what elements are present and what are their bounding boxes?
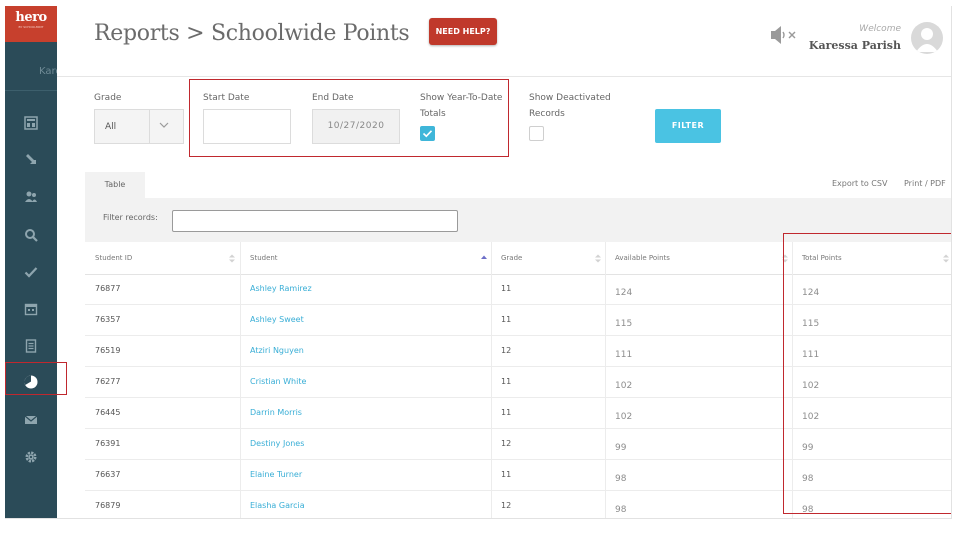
annotation-highlight-date-filters <box>189 79 509 157</box>
sidebar-item-students[interactable] <box>5 183 57 211</box>
sidebar-item-behavior[interactable] <box>5 146 57 174</box>
cell-student-link[interactable]: Ashley Sweet <box>250 305 304 335</box>
cell-student-link[interactable]: Ashley Ramirez <box>250 274 312 304</box>
cell-student-link[interactable]: Darrin Morris <box>250 398 302 428</box>
column-divider <box>240 242 241 274</box>
sidebar-item-search[interactable] <box>5 221 57 249</box>
cell-grade: 12 <box>501 346 512 355</box>
cell-grade: 12 <box>501 439 512 448</box>
app-window: hero BY SCHOOLMINT Karess Reports > Scho… <box>5 6 952 519</box>
cell-grade: 11 <box>501 315 512 324</box>
search-icon <box>25 229 38 242</box>
deactivated-records-label-line2: Records <box>529 109 565 119</box>
column-header-student-id[interactable]: Student ID <box>95 242 132 274</box>
welcome-label: Welcome <box>859 24 901 34</box>
tab-table[interactable]: Table <box>85 172 145 198</box>
sort-icon[interactable] <box>595 254 601 263</box>
filter-button[interactable]: FILTER <box>655 109 721 143</box>
grade-select-value: All <box>105 122 117 132</box>
annotation-highlight-total-points <box>783 233 951 514</box>
chevron-down-icon <box>159 122 169 128</box>
sidebar-item-settings[interactable] <box>5 443 57 471</box>
hero-logo[interactable]: hero BY SCHOOLMINT <box>5 6 57 42</box>
sidebar-divider <box>5 90 57 91</box>
cell-grade: 12 <box>501 501 512 510</box>
cell-student-id: 76519 <box>95 346 121 355</box>
sidebar-item-attendance[interactable] <box>5 258 57 286</box>
cell-grade: 11 <box>501 284 512 293</box>
logo-subtext: BY SCHOOLMINT <box>18 25 44 29</box>
sort-icon[interactable] <box>229 254 235 263</box>
cell-available-points: 102 <box>615 381 633 391</box>
sort-ascending-icon[interactable] <box>481 254 487 263</box>
cell-grade: 11 <box>501 377 512 386</box>
cell-student-link[interactable]: Cristian White <box>250 367 306 397</box>
need-help-button[interactable]: NEED HELP? <box>429 18 497 45</box>
cell-student-id: 76277 <box>95 377 121 386</box>
cell-available-points: 111 <box>615 350 633 360</box>
cell-student-id: 76637 <box>95 470 121 479</box>
dashboard-icon <box>24 116 38 130</box>
export-csv-link[interactable]: Export to CSV <box>832 179 887 188</box>
cell-available-points: 98 <box>615 505 627 515</box>
cell-student-link[interactable]: Elaine Turner <box>250 460 302 490</box>
select-divider <box>149 110 150 143</box>
user-name[interactable]: Karessa Parish <box>809 39 901 52</box>
sidebar-item-documents[interactable] <box>5 332 57 360</box>
deactivated-records-label-line1: Show Deactivated <box>529 93 611 103</box>
hand-point-icon <box>26 154 36 164</box>
cell-student-id: 76877 <box>95 284 121 293</box>
sidebar-item-calendar[interactable] <box>5 295 57 323</box>
user-group-icon <box>25 191 37 202</box>
gear-icon <box>25 451 37 463</box>
logo-text: hero <box>15 10 47 25</box>
deactivated-records-checkbox[interactable] <box>529 126 544 141</box>
cell-grade: 11 <box>501 408 512 417</box>
cell-student-id: 76391 <box>95 439 121 448</box>
cell-student-link[interactable]: Destiny Jones <box>250 429 304 459</box>
avatar[interactable] <box>911 22 943 54</box>
cell-available-points: 124 <box>615 288 633 298</box>
sidebar-item-dashboard[interactable] <box>5 109 57 137</box>
cell-available-points: 99 <box>615 443 627 453</box>
column-header-available-points[interactable]: Available Points <box>615 242 670 274</box>
cell-student-id: 76445 <box>95 408 121 417</box>
annotation-highlight-reports-menu <box>5 362 67 395</box>
checkmark-icon <box>24 267 38 278</box>
cell-available-points: 115 <box>615 319 633 329</box>
cell-student-link[interactable]: Atziri Nguyen <box>250 336 304 366</box>
column-header-grade[interactable]: Grade <box>501 242 522 274</box>
cell-grade: 11 <box>501 470 512 479</box>
filter-records-label: Filter records: <box>103 213 158 222</box>
column-divider <box>605 242 606 274</box>
sidebar: hero BY SCHOOLMINT Karess <box>5 6 72 518</box>
grade-select[interactable]: All <box>94 109 184 144</box>
print-pdf-link[interactable]: Print / PDF <box>904 179 946 188</box>
column-header-student[interactable]: Student <box>250 242 278 274</box>
cell-student-link[interactable]: Elasha Garcia <box>250 491 305 518</box>
calendar-icon <box>24 303 38 316</box>
cell-available-points: 102 <box>615 412 633 422</box>
sound-mute-icon[interactable] <box>769 24 801 46</box>
page-header: Reports > Schoolwide Points NEED HELP? W… <box>57 6 951 77</box>
column-divider <box>491 242 492 274</box>
cell-student-id: 76357 <box>95 315 121 324</box>
page-title: Reports > Schoolwide Points <box>94 21 410 46</box>
grade-label: Grade <box>94 93 122 103</box>
envelope-icon <box>24 415 38 424</box>
cell-student-id: 76879 <box>95 501 121 510</box>
user-avatar-icon <box>916 28 938 52</box>
cell-available-points: 98 <box>615 474 627 484</box>
filter-records-input[interactable] <box>172 210 458 232</box>
sidebar-item-messages[interactable] <box>5 406 57 434</box>
document-icon <box>25 339 37 353</box>
